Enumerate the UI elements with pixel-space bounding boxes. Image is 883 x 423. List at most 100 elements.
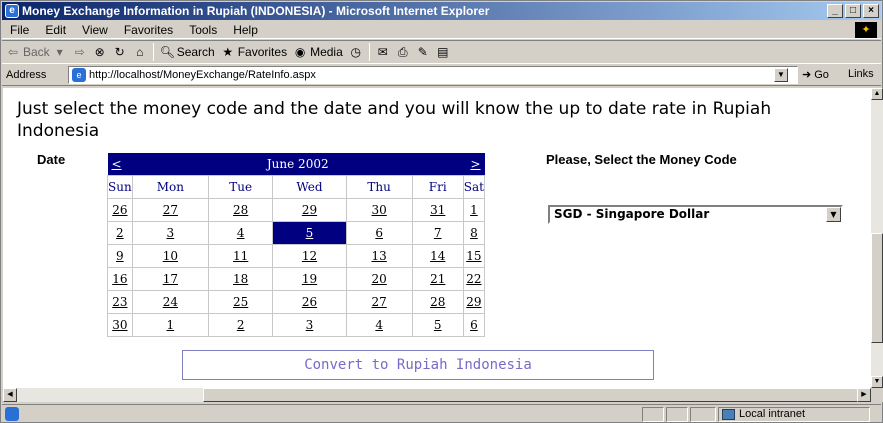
scroll-left-button[interactable]: ◀ <box>3 388 17 402</box>
stop-button[interactable]: ⊗ <box>93 45 107 59</box>
calendar-day-cell[interactable]: 17 <box>131 266 209 291</box>
calendar-day-cell[interactable]: 14 <box>411 243 464 268</box>
scroll-down-button[interactable]: ▼ <box>871 376 883 388</box>
calendar-day-cell[interactable]: 29 <box>272 197 347 222</box>
calendar-day[interactable]: 26 <box>112 203 127 217</box>
calendar-day-cell[interactable]: 7 <box>411 220 464 245</box>
minimize-button[interactable]: _ <box>827 4 843 18</box>
calendar-day[interactable]: 17 <box>163 272 178 286</box>
calendar-day-cell[interactable]: 27 <box>131 197 209 222</box>
go-button[interactable]: ➜ Go <box>802 68 829 82</box>
calendar-day[interactable]: 21 <box>430 272 445 286</box>
menu-favorites[interactable]: Favorites <box>116 21 181 39</box>
menu-view[interactable]: View <box>74 21 116 39</box>
forward-button[interactable]: ⇨ <box>73 45 87 59</box>
back-button[interactable]: ⇦ Back ▾ <box>6 45 67 59</box>
calendar-day-cell[interactable]: 18 <box>207 266 274 291</box>
calendar-day[interactable]: 15 <box>466 249 481 263</box>
calendar-day-cell[interactable]: 11 <box>207 243 274 268</box>
chevron-down-icon[interactable]: ▼ <box>826 207 841 222</box>
calendar-day[interactable]: 16 <box>112 272 127 286</box>
calendar-day-cell[interactable]: 26 <box>107 197 133 222</box>
calendar-day[interactable]: 30 <box>112 318 127 332</box>
calendar-day-cell[interactable]: 15 <box>462 243 486 268</box>
calendar-day-cell[interactable]: 5 <box>272 220 347 245</box>
calendar-day[interactable]: 30 <box>372 203 387 217</box>
calendar-day[interactable]: 29 <box>466 295 481 309</box>
calendar-day-cell[interactable]: 10 <box>131 243 209 268</box>
calendar-day[interactable]: 1 <box>470 203 478 217</box>
calendar-day-cell[interactable]: 30 <box>345 197 413 222</box>
calendar-day-cell[interactable]: 26 <box>272 289 347 314</box>
calendar-day-cell[interactable]: 23 <box>107 289 133 314</box>
refresh-button[interactable]: ↻ <box>113 45 127 59</box>
calendar-day-cell[interactable]: 8 <box>462 220 486 245</box>
prev-month-link[interactable]: < <box>112 157 122 171</box>
address-input[interactable]: e http://localhost/MoneyExchange/RateInf… <box>68 66 798 84</box>
calendar-day[interactable]: 6 <box>375 226 383 240</box>
calendar-day-cell[interactable]: 1 <box>462 197 486 222</box>
mail-button[interactable]: ✉ <box>376 45 390 59</box>
calendar-day[interactable]: 19 <box>302 272 317 286</box>
calendar-day[interactable]: 5 <box>434 318 442 332</box>
calendar-day[interactable]: 4 <box>237 226 245 240</box>
scroll-up-button[interactable]: ▲ <box>871 88 883 100</box>
calendar-day[interactable]: 1 <box>167 318 175 332</box>
calendar-day[interactable]: 12 <box>302 249 317 263</box>
calendar-day-cell[interactable]: 2 <box>107 220 133 245</box>
selected-day[interactable]: 5 <box>306 226 314 240</box>
calendar-day-cell[interactable]: 24 <box>131 289 209 314</box>
calendar-day[interactable]: 8 <box>470 226 478 240</box>
maximize-button[interactable]: □ <box>845 4 861 18</box>
calendar-day-cell[interactable]: 6 <box>462 312 486 337</box>
calendar-day[interactable]: 28 <box>233 203 248 217</box>
calendar-day-cell[interactable]: 31 <box>411 197 464 222</box>
vertical-scrollbar[interactable]: ▲ ▼ <box>871 88 883 388</box>
calendar-day-cell[interactable]: 3 <box>131 220 209 245</box>
calendar-day-cell[interactable]: 9 <box>107 243 133 268</box>
menu-help[interactable]: Help <box>225 21 266 39</box>
calendar-day-cell[interactable]: 29 <box>462 289 486 314</box>
calendar-day[interactable]: 13 <box>372 249 387 263</box>
calendar-day-cell[interactable]: 1 <box>131 312 209 337</box>
calendar-day[interactable]: 27 <box>163 203 178 217</box>
calendar-day[interactable]: 31 <box>430 203 445 217</box>
money-code-select[interactable]: SGD - Singapore Dollar ▼ <box>548 205 843 224</box>
links-button[interactable]: Links <box>848 68 874 80</box>
calendar-day-cell[interactable]: 28 <box>411 289 464 314</box>
calendar-day-cell[interactable]: 21 <box>411 266 464 291</box>
calendar-day-cell[interactable]: 19 <box>272 266 347 291</box>
calendar-day[interactable]: 26 <box>302 295 317 309</box>
scroll-right-button[interactable]: ▶ <box>857 388 871 402</box>
calendar-day[interactable]: 3 <box>167 226 175 240</box>
calendar-day-cell[interactable]: 3 <box>272 312 347 337</box>
calendar-day[interactable]: 10 <box>163 249 178 263</box>
calendar-day[interactable]: 22 <box>466 272 481 286</box>
calendar-day[interactable]: 23 <box>112 295 127 309</box>
calendar-day[interactable]: 14 <box>430 249 445 263</box>
calendar-day-cell[interactable]: 4 <box>207 220 274 245</box>
edit-button[interactable]: ✎ <box>416 45 430 59</box>
discuss-button[interactable]: ▤ <box>436 45 450 59</box>
convert-button[interactable]: Convert to Rupiah Indonesia <box>182 350 654 380</box>
calendar-day[interactable]: 24 <box>163 295 178 309</box>
calendar-day-cell[interactable]: 27 <box>345 289 413 314</box>
calendar-day[interactable]: 29 <box>302 203 317 217</box>
calendar-day[interactable]: 9 <box>116 249 124 263</box>
calendar-day-cell[interactable]: 16 <box>107 266 133 291</box>
next-month-link[interactable]: > <box>470 157 480 171</box>
calendar-day-cell[interactable]: 12 <box>272 243 347 268</box>
media-button[interactable]: ◉ Media <box>293 45 343 59</box>
horizontal-scroll-thumb[interactable] <box>203 388 863 402</box>
close-button[interactable]: × <box>863 4 879 18</box>
menu-edit[interactable]: Edit <box>37 21 74 39</box>
calendar-day-cell[interactable]: 25 <box>207 289 274 314</box>
print-button[interactable]: ⎙ <box>396 45 410 59</box>
calendar-day-cell[interactable]: 22 <box>462 266 486 291</box>
menu-tools[interactable]: Tools <box>181 21 225 39</box>
home-button[interactable]: ⌂ <box>133 45 147 59</box>
calendar-day-cell[interactable]: 13 <box>345 243 413 268</box>
calendar-day-cell[interactable]: 28 <box>207 197 274 222</box>
horizontal-scrollbar[interactable]: ◀ ▶ <box>3 388 871 402</box>
calendar-day[interactable]: 2 <box>116 226 124 240</box>
